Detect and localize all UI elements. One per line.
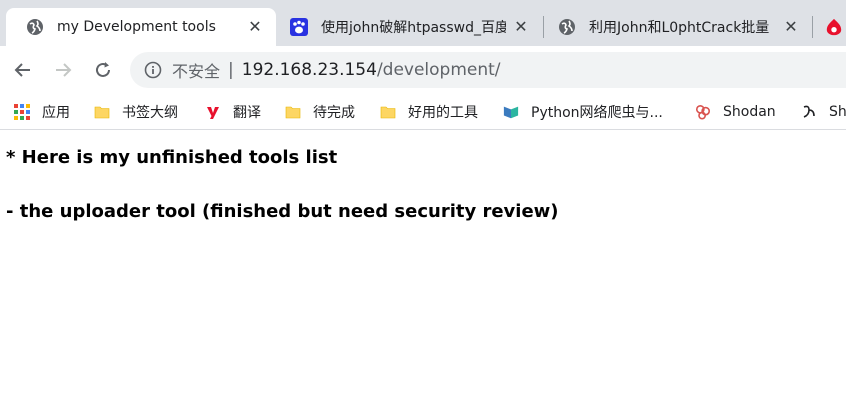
reload-icon <box>96 62 110 77</box>
url-host: 192.168.23.154 <box>241 60 377 80</box>
globe-icon <box>558 18 576 36</box>
tab-john-htpasswd[interactable]: 使用john破解htpasswd_百度 ✕ <box>276 8 542 46</box>
url-path: /development/ <box>376 60 501 80</box>
tab-title: 利用John和L0phtCrack批量 <box>589 20 770 36</box>
apps-grid-icon <box>14 104 30 120</box>
folder-icon <box>380 104 396 120</box>
bookmark-label: Python网络爬虫与... <box>531 105 663 121</box>
tab-john-l0phtcrack[interactable]: 利用John和L0phtCrack批量 ✕ <box>544 8 812 46</box>
bookmark-translate[interactable]: 翻译 <box>205 94 261 130</box>
address-bar[interactable]: 不安全 | 192.168.23.154 /development/ <box>130 52 846 88</box>
back-button[interactable] <box>11 58 35 82</box>
forward-button[interactable] <box>51 58 75 82</box>
youdao-icon <box>205 104 221 120</box>
tab-title: 使用john破解htpasswd_百度 <box>321 20 506 36</box>
bookmark-label: Shodan <box>723 104 776 120</box>
bookmark-python[interactable]: Python网络爬虫与... <box>503 94 663 130</box>
info-icon[interactable] <box>144 61 162 79</box>
arrow-left-icon <box>14 63 30 77</box>
tab-partial[interactable] <box>813 8 846 46</box>
uploader-tool-item: - the uploader tool (finished but need s… <box>6 201 559 222</box>
folder-icon <box>285 104 301 120</box>
red-app-icon <box>825 18 843 36</box>
bookmark-label: 应用 <box>42 105 70 121</box>
bookmark-shodan[interactable]: Shodan <box>695 94 776 130</box>
baidu-paw-icon <box>290 18 308 36</box>
bookmark-folder-tools[interactable]: 好用的工具 <box>380 94 478 130</box>
page-content: * Here is my unfinished tools list - the… <box>0 131 846 412</box>
folder-icon <box>94 104 110 120</box>
bookmark-label: 好用的工具 <box>408 105 478 121</box>
tab-title: my Development tools <box>57 19 216 35</box>
address-separator: | <box>228 60 234 80</box>
bookmark-folder-outline[interactable]: 书签大纲 <box>94 94 178 130</box>
bookmark-folder-todo[interactable]: 待完成 <box>285 94 355 130</box>
bookmark-apps[interactable]: 应用 <box>14 94 70 130</box>
not-secure-label[interactable]: 不安全 <box>172 58 220 82</box>
shodan-icon <box>695 104 711 120</box>
tab-my-development-tools[interactable]: my Development tools ✕ <box>6 8 276 46</box>
bookmark-icon <box>801 104 817 120</box>
bookmark-label: Sh <box>829 104 846 120</box>
tools-list-heading: * Here is my unfinished tools list <box>6 147 338 168</box>
bookmark-label: 翻译 <box>233 105 261 121</box>
arrow-right-icon <box>56 63 72 77</box>
close-tab-icon[interactable]: ✕ <box>782 18 800 36</box>
bookmarks-bar: 应用 书签大纲 翻译 待完成 好用的工具 Python网络爬虫与... Shod… <box>0 94 846 130</box>
close-tab-icon[interactable]: ✕ <box>512 18 530 36</box>
tab-strip: my Development tools ✕ 使用john破解htpasswd_… <box>0 0 846 46</box>
bookmark-label: 待完成 <box>313 105 355 121</box>
bookmark-partial[interactable]: Sh <box>801 94 846 130</box>
bookmark-label: 书签大纲 <box>122 105 178 121</box>
globe-icon <box>26 18 44 36</box>
reload-button[interactable] <box>91 58 115 82</box>
close-tab-icon[interactable]: ✕ <box>246 18 264 36</box>
python-icon <box>503 104 519 120</box>
browser-toolbar: 不安全 | 192.168.23.154 /development/ <box>0 46 846 94</box>
